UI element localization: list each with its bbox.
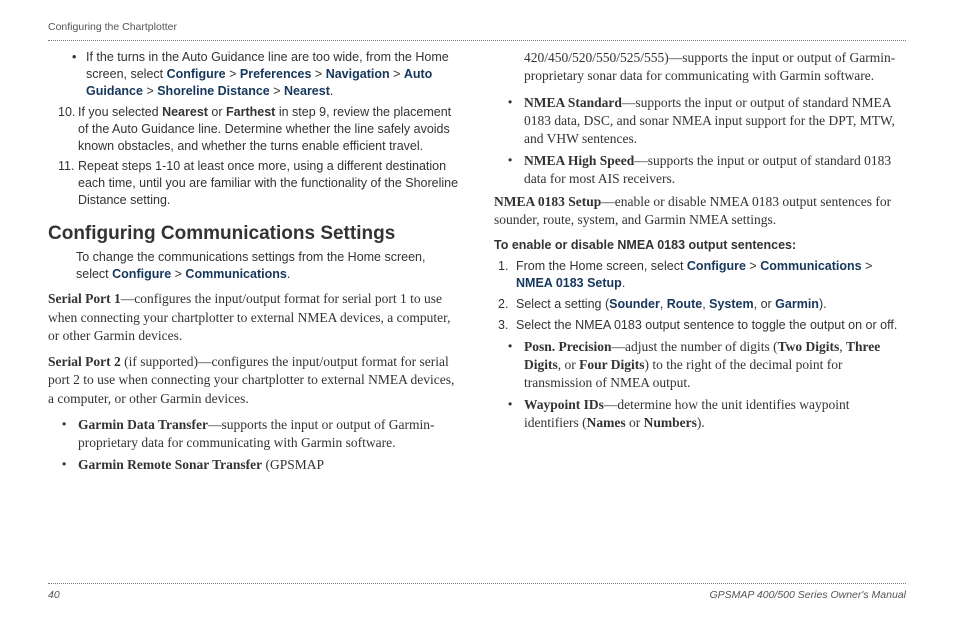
opt-system: System (709, 297, 753, 311)
enable-step-1: 1. From the Home screen, select Configur… (498, 258, 906, 292)
serial-port-1: Serial Port 1—configures the input/outpu… (48, 290, 460, 345)
right-column: 420/450/520/550/525/555)—supports the in… (494, 49, 906, 478)
opt-names: Names (587, 415, 626, 430)
footer: 40 GPSMAP 400/500 Series Owner's Manual (48, 583, 906, 602)
continuation-text: 420/450/520/550/525/555)—supports the in… (524, 49, 906, 85)
text: or (208, 105, 226, 119)
manual-title: GPSMAP 400/500 Series Owner's Manual (709, 588, 906, 602)
text: Repeat steps 1-10 at least once more, us… (78, 158, 460, 209)
path-configure: Configure (112, 267, 171, 281)
step-number: 2. (498, 296, 516, 313)
path-preferences: Preferences (240, 67, 312, 81)
bullet-dot: • (62, 456, 78, 474)
label: NMEA High Speed (524, 153, 634, 168)
opt-numbers: Numbers (644, 415, 697, 430)
path-shoreline: Shoreline Distance (157, 84, 270, 98)
label: Garmin Data Transfer (78, 417, 208, 432)
content-columns: • If the turns in the Auto Guidance line… (48, 49, 906, 478)
nmea-setup: NMEA 0183 Setup—enable or disable NMEA 0… (494, 193, 906, 229)
bullet-waypoint-ids: • Waypoint IDs—determine how the unit id… (508, 396, 906, 432)
path-communications: Communications (185, 267, 286, 281)
step-number: 1. (498, 258, 516, 292)
text: ). (819, 297, 827, 311)
opt-nearest: Nearest (162, 105, 208, 119)
opt-four-digits: Four Digits (579, 357, 644, 372)
enable-nmea-heading: To enable or disable NMEA 0183 output se… (494, 237, 906, 254)
left-column: • If the turns in the Auto Guidance line… (48, 49, 460, 478)
paren: (if supported) (121, 354, 198, 369)
bullet-dot: • (508, 152, 524, 188)
text: If you selected (78, 105, 162, 119)
text: Select a setting ( (516, 297, 609, 311)
opt-two-digits: Two Digits (778, 339, 840, 354)
step-number: 3. (498, 317, 516, 334)
bullet-dot: • (508, 338, 524, 393)
bullet-dot: • (508, 94, 524, 149)
path-configure: Configure (687, 259, 746, 273)
label: Garmin Remote Sonar Transfer (78, 457, 262, 472)
bullet-auto-guidance-wide: • If the turns in the Auto Guidance line… (72, 49, 460, 100)
path-nearest: Nearest (284, 84, 330, 98)
opt-sounder: Sounder (609, 297, 660, 311)
label: NMEA Standard (524, 95, 622, 110)
bullet-nmea-standard: • NMEA Standard—supports the input or ou… (508, 94, 906, 149)
bullet-garmin-data-transfer: • Garmin Data Transfer—supports the inpu… (62, 416, 460, 452)
paren: (GPSMAP (262, 457, 324, 472)
opt-farthest: Farthest (226, 105, 275, 119)
serial-port-2: Serial Port 2 (if supported)—configures … (48, 353, 460, 408)
path-communications: Communications (760, 259, 861, 273)
text: ) to the right of the decimal point for … (524, 357, 842, 390)
text: From the Home screen, select (516, 259, 687, 273)
opt-route: Route (667, 297, 702, 311)
running-header: Configuring the Chartplotter (48, 20, 906, 34)
step-10: 10. If you selected Nearest or Farthest … (58, 104, 460, 155)
step-11: 11. Repeat steps 1-10 at least once more… (58, 158, 460, 209)
bullet-nmea-high-speed: • NMEA High Speed—supports the input or … (508, 152, 906, 188)
label: Posn. Precision (524, 339, 612, 354)
bullet-posn-precision: • Posn. Precision—adjust the number of d… (508, 338, 906, 393)
opt-garmin: Garmin (775, 297, 819, 311)
label: Serial Port 2 (48, 354, 121, 369)
text: ). (697, 415, 705, 430)
path-navigation: Navigation (326, 67, 390, 81)
bullet-dot: • (62, 416, 78, 452)
label: Waypoint IDs (524, 397, 604, 412)
page-number: 40 (48, 588, 60, 602)
header-rule (48, 40, 906, 41)
label: Serial Port 1 (48, 291, 121, 306)
step-number: 11. (58, 158, 78, 209)
section-heading: Configuring Communications Settings (48, 221, 460, 247)
text: Select the NMEA 0183 output sentence to … (516, 317, 906, 334)
bullet-dot: • (508, 396, 524, 432)
enable-step-2: 2. Select a setting (Sounder, Route, Sys… (498, 296, 906, 313)
path-configure: Configure (167, 67, 226, 81)
section-intro: To change the communications settings fr… (76, 249, 460, 283)
enable-step-3: 3. Select the NMEA 0183 output sentence … (498, 317, 906, 334)
path-nmea-setup: NMEA 0183 Setup (516, 276, 622, 290)
step-number: 10. (58, 104, 78, 155)
bullet-dot: • (72, 49, 86, 100)
label: NMEA 0183 Setup (494, 194, 601, 209)
text: —adjust the number of digits ( (612, 339, 778, 354)
bullet-garmin-remote-sonar: • Garmin Remote Sonar Transfer (GPSMAP (62, 456, 460, 474)
